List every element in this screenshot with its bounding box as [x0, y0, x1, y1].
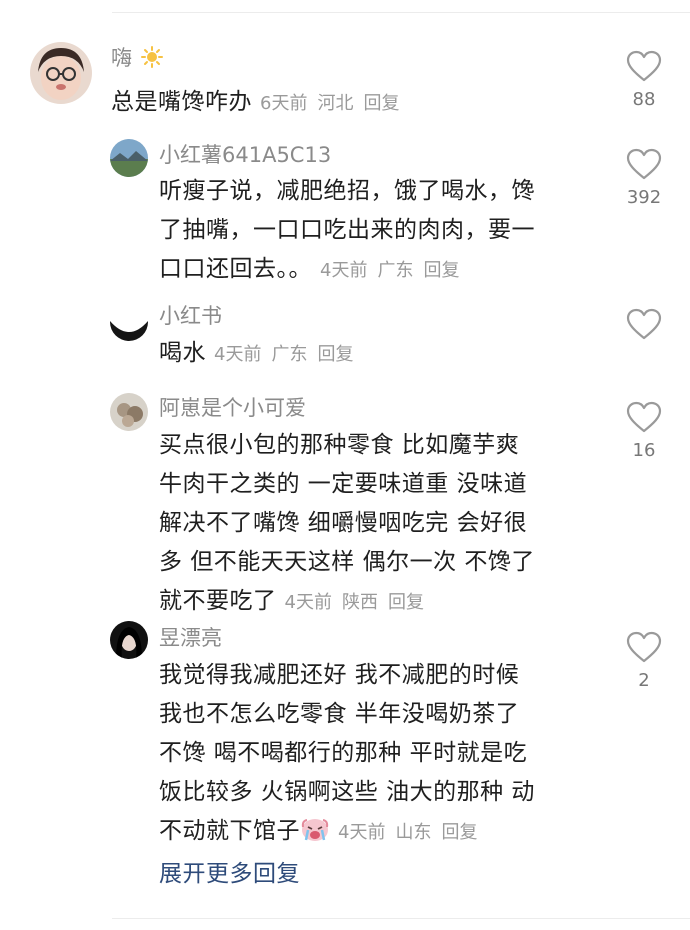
username-text: 小红薯641A5C13 — [159, 143, 332, 167]
location: 山东 — [395, 822, 432, 843]
like-count: 2 — [638, 670, 650, 691]
timestamp: 4天前 — [214, 344, 262, 365]
username-text: 昱漂亮 — [159, 626, 222, 650]
comment-meta: 4天前 山东 回复 — [338, 822, 487, 843]
comment-text[interactable]: 买点很小包的那种零食 比如魔芋爽 牛肉干之类的 一定要味道重 没味道 解决不了嘴… — [159, 426, 599, 622]
crying-face-emoji-icon — [300, 815, 330, 856]
location: 陕西 — [341, 592, 378, 613]
username-text: 嗨 — [111, 46, 132, 70]
comment-line: 就不要吃了 — [159, 588, 277, 614]
timestamp: 4天前 — [320, 260, 368, 281]
top-divider — [112, 12, 690, 13]
comment-line: 了抽嘴，一口口吃出来的肉肉，要一 — [159, 217, 535, 243]
comment-meta: 6天前 河北 回复 — [260, 93, 409, 114]
comment-line: 饭比较多 火锅啊这些 油大的那种 动 — [159, 779, 535, 805]
comment-meta: 4天前 广东 回复 — [214, 344, 363, 365]
comment-line: 买点很小包的那种零食 比如魔芋爽 — [159, 432, 520, 458]
like-count: 16 — [632, 440, 656, 461]
reply-button[interactable]: 回复 — [423, 260, 459, 281]
like-button[interactable]: 88 — [614, 50, 674, 110]
heart-outline-icon — [626, 631, 662, 663]
avatar[interactable] — [110, 621, 148, 659]
comment-body: 总是嘴馋咋办 — [111, 89, 252, 115]
comment-meta: 4天前 陕西 回复 — [285, 592, 434, 613]
comment-meta: 4天前 广东 回复 — [320, 260, 469, 281]
username[interactable]: 小红书 — [159, 302, 222, 330]
bottom-divider — [112, 918, 690, 919]
comment-text[interactable]: 我觉得我减肥还好 我不减肥的时候 我也不怎么吃零食 半年没喝奶茶了 不馋 喝不喝… — [159, 656, 599, 856]
comment-line: 我也不怎么吃零食 半年没喝奶茶了 — [159, 701, 520, 727]
heart-outline-icon — [626, 308, 662, 340]
reply-button[interactable]: 回复 — [317, 344, 353, 365]
like-count: 88 — [632, 89, 656, 110]
comment-line: 我觉得我减肥还好 我不减肥的时候 — [159, 662, 520, 688]
avatar[interactable] — [110, 303, 148, 341]
like-button[interactable]: 16 — [614, 401, 674, 461]
timestamp: 4天前 — [338, 822, 386, 843]
reply-button[interactable]: 回复 — [388, 592, 424, 613]
timestamp: 6天前 — [260, 93, 308, 114]
avatar[interactable] — [30, 42, 92, 104]
username[interactable]: 小红薯641A5C13 — [159, 141, 331, 169]
comment-line: 不动就下馆子 — [159, 818, 300, 844]
comment-line: 解决不了嘴馋 细嚼慢咽吃完 会好很 — [159, 510, 528, 536]
reply-button[interactable]: 回复 — [441, 822, 477, 843]
username[interactable]: 嗨 — [111, 44, 163, 75]
expand-more-replies-button[interactable]: 展开更多回复 — [159, 857, 300, 891]
username[interactable]: 阿崽是个小可爱 — [159, 394, 306, 422]
comment-body: 喝水 — [159, 340, 206, 366]
avatar[interactable] — [110, 393, 148, 431]
comment-text[interactable]: 总是嘴馋咋办 6天前 河北 回复 — [111, 83, 591, 123]
comment-line: 不馋 喝不喝都行的那种 平时就是吃 — [159, 740, 528, 766]
username-text: 小红书 — [159, 304, 222, 328]
like-button[interactable] — [614, 308, 674, 340]
location: 广东 — [377, 260, 414, 281]
heart-outline-icon — [626, 401, 662, 433]
comment-text[interactable]: 听瘦子说，减肥绝招，饿了喝水，馋 了抽嘴，一口口吃出来的肉肉，要一 口口还回去。… — [159, 172, 599, 290]
comment-line: 听瘦子说，减肥绝招，饿了喝水，馋 — [159, 178, 535, 204]
location: 广东 — [271, 344, 308, 365]
username[interactable]: 昱漂亮 — [159, 624, 222, 652]
like-button[interactable]: 2 — [614, 631, 674, 691]
heart-outline-icon — [626, 50, 662, 82]
timestamp: 4天前 — [284, 592, 332, 613]
comment-line: 多 但不能天天这样 偶尔一次 不馋了 — [159, 549, 535, 575]
comment-line: 口口还回去。。 — [159, 256, 312, 282]
username-text: 阿崽是个小可爱 — [159, 396, 306, 420]
heart-outline-icon — [626, 148, 662, 180]
comment-text[interactable]: 喝水 4天前 广东 回复 — [159, 334, 599, 374]
like-count: 392 — [626, 187, 662, 208]
avatar[interactable] — [110, 139, 148, 177]
sun-emoji-icon — [140, 46, 163, 75]
comment-line: 牛肉干之类的 一定要味道重 没味道 — [159, 471, 528, 497]
reply-button[interactable]: 回复 — [363, 93, 399, 114]
location: 河北 — [317, 93, 354, 114]
like-button[interactable]: 392 — [614, 148, 674, 208]
